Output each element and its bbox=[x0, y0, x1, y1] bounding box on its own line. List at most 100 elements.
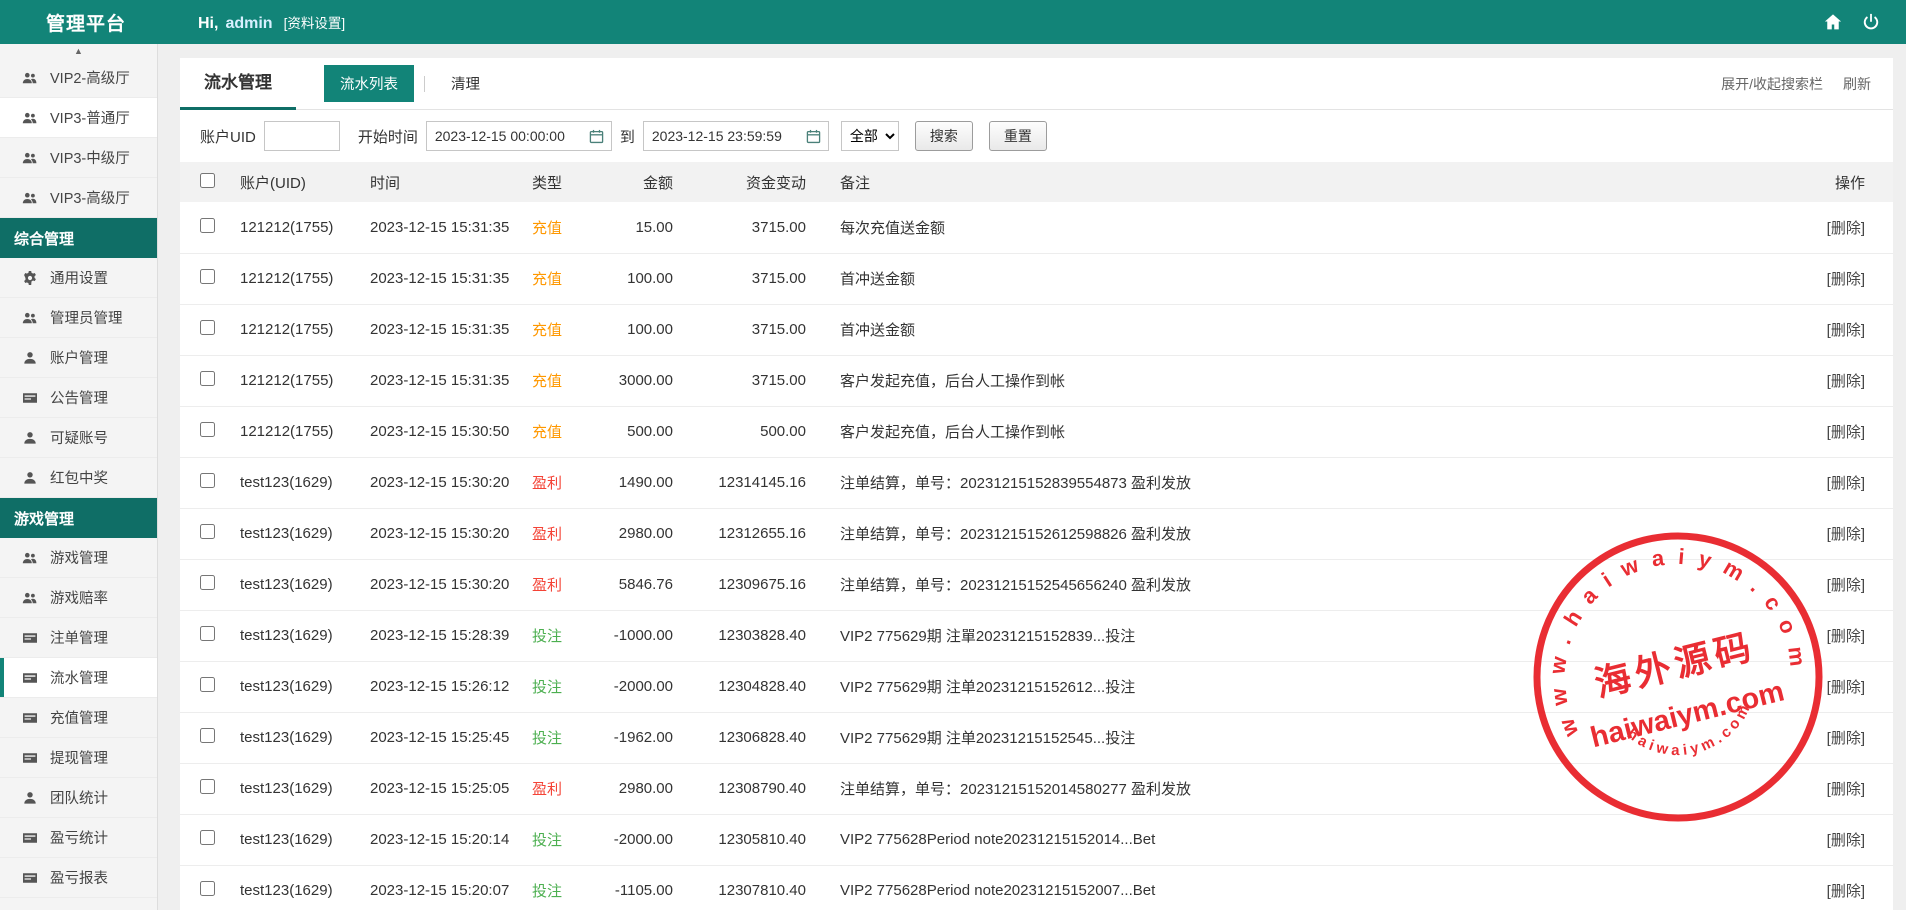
sidebar-item-1[interactable]: VIP3-普通厅 bbox=[0, 98, 157, 138]
row-checkbox[interactable] bbox=[200, 728, 215, 743]
card-icon bbox=[22, 390, 38, 406]
row-checkbox[interactable] bbox=[200, 473, 215, 488]
profile-settings-link[interactable]: [资料设置] bbox=[284, 12, 346, 32]
sidebar-item-20[interactable]: 盈亏报表 bbox=[0, 858, 157, 898]
users-icon bbox=[22, 150, 38, 166]
sidebar-item-3[interactable]: VIP3-高级厅 bbox=[0, 178, 157, 218]
cell-amount: -2000.00 bbox=[596, 814, 681, 865]
sidebar-item-5[interactable]: 通用设置 bbox=[0, 258, 157, 298]
row-checkbox[interactable] bbox=[200, 218, 215, 233]
sidebar-item-label: 充值管理 bbox=[50, 707, 108, 728]
start-time-input[interactable] bbox=[435, 128, 583, 144]
sidebar-item-15[interactable]: 流水管理 bbox=[0, 658, 157, 698]
sidebar-item-12[interactable]: 游戏管理 bbox=[0, 538, 157, 578]
greeting-text: Hi, bbox=[198, 15, 218, 33]
power-icon[interactable] bbox=[1862, 13, 1880, 31]
start-time-field bbox=[426, 121, 612, 151]
sidebar-item-9[interactable]: 可疑账号 bbox=[0, 418, 157, 458]
calendar-icon[interactable] bbox=[806, 129, 821, 144]
tab-0[interactable]: 流水列表 bbox=[324, 65, 414, 102]
refresh-link[interactable]: 刷新 bbox=[1843, 74, 1871, 94]
cell-time: 2023-12-15 15:25:45 bbox=[362, 712, 524, 763]
type-label: 投注 bbox=[532, 832, 562, 849]
sidebar-item-7[interactable]: 账户管理 bbox=[0, 338, 157, 378]
cell-note: VIP2 775628Period note20231215152014...B… bbox=[814, 814, 1733, 865]
type-select[interactable]: 全部 bbox=[841, 121, 899, 151]
row-checkbox[interactable] bbox=[200, 422, 215, 437]
delete-link[interactable]: [删除] bbox=[1827, 322, 1865, 339]
row-checkbox[interactable] bbox=[200, 269, 215, 284]
row-checkbox[interactable] bbox=[200, 320, 215, 335]
row-checkbox[interactable] bbox=[200, 779, 215, 794]
user-icon bbox=[22, 430, 38, 446]
tab-divider bbox=[424, 76, 425, 92]
cell-uid: 121212(1755) bbox=[232, 406, 362, 457]
sidebar-item-14[interactable]: 注单管理 bbox=[0, 618, 157, 658]
end-time-field bbox=[643, 121, 829, 151]
cell-uid: test123(1629) bbox=[232, 865, 362, 910]
row-checkbox[interactable] bbox=[200, 524, 215, 539]
delete-link[interactable]: [删除] bbox=[1827, 832, 1865, 849]
cell-note: VIP2 775629期 注单20231215152612...投注 bbox=[814, 661, 1733, 712]
delete-link[interactable]: [删除] bbox=[1827, 577, 1865, 594]
delete-link[interactable]: [删除] bbox=[1827, 628, 1865, 645]
reset-button[interactable]: 重置 bbox=[989, 121, 1047, 151]
row-checkbox[interactable] bbox=[200, 626, 215, 641]
sidebar-item-16[interactable]: 充值管理 bbox=[0, 698, 157, 738]
row-checkbox[interactable] bbox=[200, 677, 215, 692]
uid-input[interactable] bbox=[264, 121, 340, 151]
sidebar-item-6[interactable]: 管理员管理 bbox=[0, 298, 157, 338]
table-row: 121212(1755)2023-12-15 15:31:35充值15.0037… bbox=[180, 202, 1893, 253]
cell-type: 充值 bbox=[524, 202, 596, 253]
sidebar-section-label: 游戏管理 bbox=[14, 508, 74, 529]
tab-1[interactable]: 清理 bbox=[435, 65, 496, 102]
delete-link[interactable]: [删除] bbox=[1827, 271, 1865, 288]
row-checkbox[interactable] bbox=[200, 881, 215, 896]
sidebar-item-13[interactable]: 游戏赔率 bbox=[0, 578, 157, 618]
calendar-icon[interactable] bbox=[589, 129, 604, 144]
cell-amount: 5846.76 bbox=[596, 559, 681, 610]
sidebar-item-label: 账户管理 bbox=[50, 347, 108, 368]
sidebar-item-label: VIP3-普通厅 bbox=[50, 107, 130, 128]
row-checkbox[interactable] bbox=[200, 371, 215, 386]
cell-note: 客户发起充值，后台人工操作到帐 bbox=[814, 355, 1733, 406]
home-icon[interactable] bbox=[1824, 13, 1842, 31]
cell-balance: 3715.00 bbox=[681, 304, 814, 355]
sidebar-item-18[interactable]: 团队统计 bbox=[0, 778, 157, 818]
delete-link[interactable]: [删除] bbox=[1827, 373, 1865, 390]
brand-logo: 管理平台 bbox=[0, 9, 158, 36]
delete-link[interactable]: [删除] bbox=[1827, 475, 1865, 492]
table-row: 121212(1755)2023-12-15 15:31:35充值3000.00… bbox=[180, 355, 1893, 406]
sidebar-item-0[interactable]: VIP2-高级厅 bbox=[0, 58, 157, 98]
search-bar: 账户UID 开始时间 到 全部 搜索 重置 bbox=[180, 110, 1893, 162]
end-time-input[interactable] bbox=[652, 128, 800, 144]
delete-link[interactable]: [删除] bbox=[1827, 781, 1865, 798]
sidebar-item-label: 公告管理 bbox=[50, 387, 108, 408]
delete-link[interactable]: [删除] bbox=[1827, 883, 1865, 900]
delete-link[interactable]: [删除] bbox=[1827, 730, 1865, 747]
search-button[interactable]: 搜索 bbox=[915, 121, 973, 151]
sidebar-item-8[interactable]: 公告管理 bbox=[0, 378, 157, 418]
sidebar-item-19[interactable]: 盈亏统计 bbox=[0, 818, 157, 858]
table-row: test123(1629)2023-12-15 15:25:05盈利2980.0… bbox=[180, 763, 1893, 814]
users-icon bbox=[22, 310, 38, 326]
delete-link[interactable]: [删除] bbox=[1827, 424, 1865, 441]
delete-link[interactable]: [删除] bbox=[1827, 220, 1865, 237]
sidebar-item-17[interactable]: 提现管理 bbox=[0, 738, 157, 778]
sidebar-item-label: 红包中奖 bbox=[50, 467, 108, 488]
toggle-search-link[interactable]: 展开/收起搜索栏 bbox=[1721, 74, 1823, 94]
delete-link[interactable]: [删除] bbox=[1827, 679, 1865, 696]
row-checkbox[interactable] bbox=[200, 830, 215, 845]
page-title-tab[interactable]: 流水管理 bbox=[180, 58, 296, 110]
sidebar-item-2[interactable]: VIP3-中级厅 bbox=[0, 138, 157, 178]
sidebar-scroll-up-icon[interactable]: ▲ bbox=[0, 44, 157, 58]
type-label: 盈利 bbox=[532, 475, 562, 492]
delete-link[interactable]: [删除] bbox=[1827, 526, 1865, 543]
cell-type: 充值 bbox=[524, 253, 596, 304]
sidebar-item-10[interactable]: 红包中奖 bbox=[0, 458, 157, 498]
row-checkbox[interactable] bbox=[200, 575, 215, 590]
cell-amount: 1490.00 bbox=[596, 457, 681, 508]
cell-note: 首冲送金额 bbox=[814, 253, 1733, 304]
sidebar-item-label: 团队统计 bbox=[50, 787, 108, 808]
select-all-checkbox[interactable] bbox=[200, 173, 215, 188]
